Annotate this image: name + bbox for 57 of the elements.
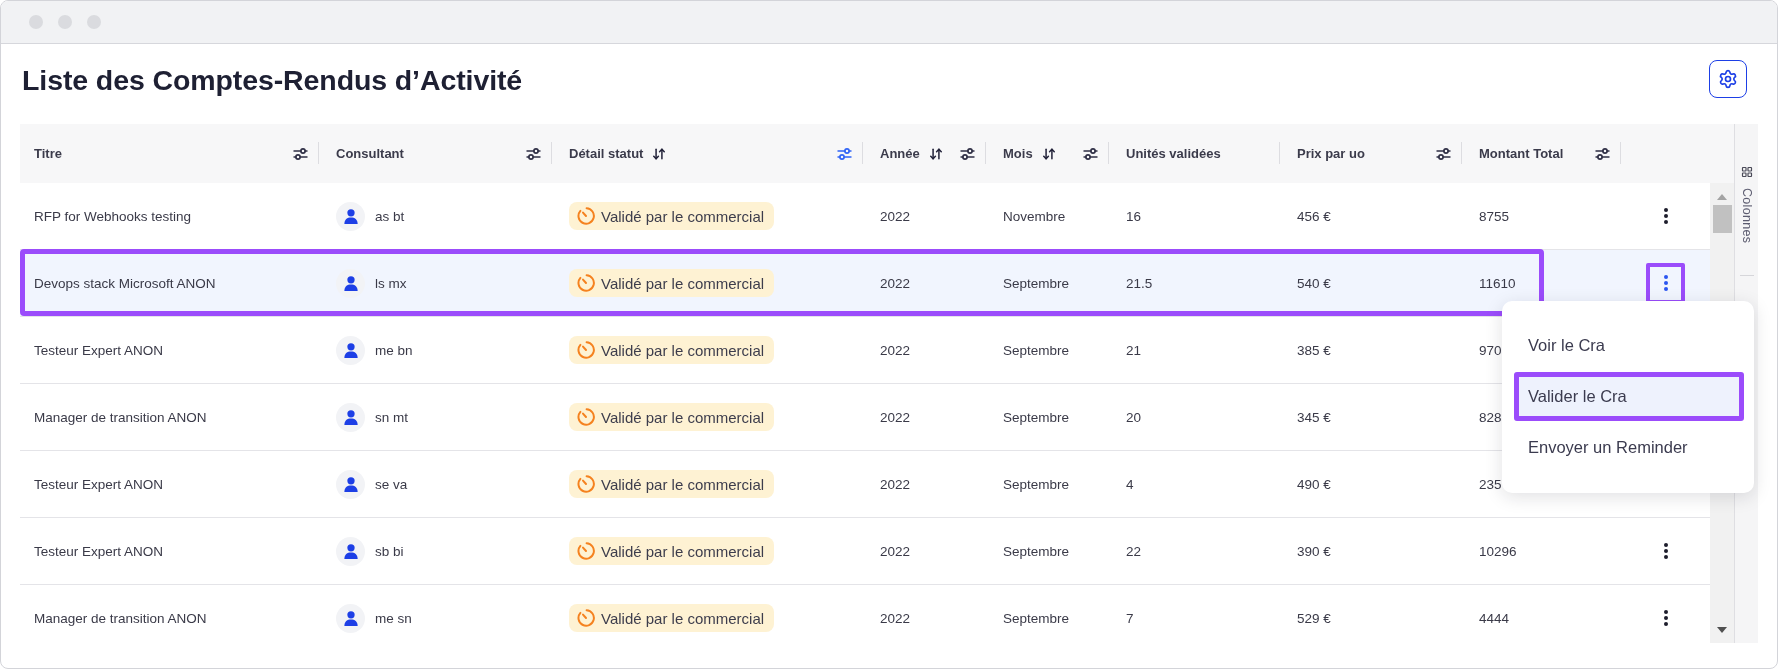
- cell-text: 2022: [880, 610, 911, 626]
- cell-text: 529 €: [1297, 610, 1331, 626]
- cell-text: 970: [1479, 342, 1502, 358]
- cell-text: 2022: [880, 409, 911, 425]
- cell-text: 540 €: [1297, 275, 1331, 291]
- cell-text: 20: [1126, 409, 1142, 425]
- cell-text: 2022: [880, 275, 911, 291]
- cell-text: 2022: [880, 342, 911, 358]
- status-label: Validé par le commercial: [601, 341, 765, 359]
- status-label: Validé par le commercial: [601, 207, 765, 225]
- consultant-name: me sn: [375, 610, 412, 626]
- cell-text: Septembre: [1003, 342, 1070, 358]
- cell-text: Manager de transition ANON: [34, 610, 207, 626]
- consultant-name: ls mx: [375, 275, 407, 291]
- cell-text: Testeur Expert ANON: [34, 543, 164, 559]
- status-label: Validé par le commercial: [601, 274, 765, 292]
- page-title: Liste des Comptes-Rendus d’Activité: [22, 63, 523, 97]
- status-label: Validé par le commercial: [601, 475, 765, 493]
- cell-text: 345 €: [1297, 409, 1331, 425]
- cell-text: 2022: [880, 476, 911, 492]
- cell-text: 16: [1126, 208, 1142, 224]
- cell-text: 8755: [1479, 208, 1510, 224]
- cell-text: Testeur Expert ANON: [34, 476, 164, 492]
- cell-text: 828: [1479, 409, 1502, 425]
- cell-text: 22: [1126, 543, 1142, 559]
- cell-text: 21.5: [1126, 275, 1153, 291]
- cell-text: 11610: [1479, 275, 1516, 291]
- consultant-name: se va: [375, 476, 408, 492]
- cell-text: 490 €: [1297, 476, 1331, 492]
- consultant-name: me bn: [375, 342, 413, 358]
- consultant-name: sb bi: [375, 543, 404, 559]
- cell-text: 390 €: [1297, 543, 1331, 559]
- cell-text: Septembre: [1003, 610, 1070, 626]
- cell-text: Septembre: [1003, 275, 1070, 291]
- cell-text: 385 €: [1297, 342, 1331, 358]
- cell-text: 4444: [1479, 610, 1510, 626]
- cell-text: Novembre: [1003, 208, 1066, 224]
- status-label: Validé par le commercial: [601, 609, 765, 627]
- consultant-name: sn mt: [375, 409, 408, 425]
- status-label: Validé par le commercial: [601, 542, 765, 560]
- cell-text: 2022: [880, 543, 911, 559]
- cell-text: Testeur Expert ANON: [34, 342, 164, 358]
- cell-text: Septembre: [1003, 476, 1070, 492]
- cell-text: Manager de transition ANON: [34, 409, 207, 425]
- cell-text: 10296: [1479, 543, 1517, 559]
- cell-text: 7: [1126, 610, 1134, 626]
- cell-text: 21: [1126, 342, 1142, 358]
- cell-text: Devops stack Microsoft ANON: [34, 275, 216, 291]
- status-label: Validé par le commercial: [601, 408, 765, 426]
- consultant-name: as bt: [375, 208, 405, 224]
- cell-text: RFP for Webhooks testing: [34, 208, 192, 224]
- cell-text: Septembre: [1003, 543, 1070, 559]
- cell-text: 2022: [880, 208, 911, 224]
- cell-text: 4: [1126, 476, 1134, 492]
- cell-text: 456 €: [1297, 208, 1331, 224]
- cell-text: Septembre: [1003, 409, 1070, 425]
- cell-text: 235: [1479, 476, 1502, 492]
